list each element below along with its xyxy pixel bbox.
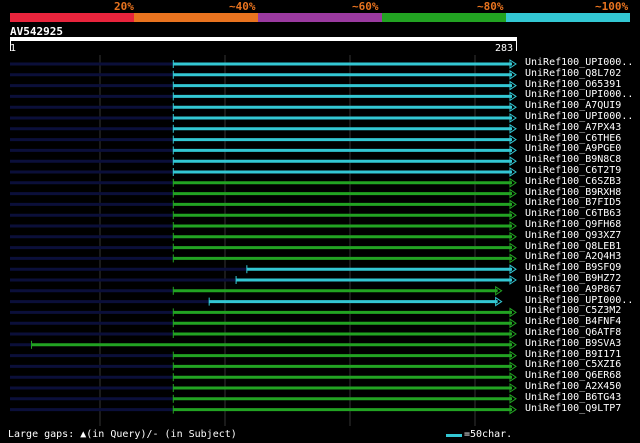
hit-label[interactable]: UniRef100_Q8L702: [525, 68, 621, 79]
hit-label[interactable]: UniRef100_B9SVA3: [525, 338, 621, 349]
hit-label[interactable]: UniRef100_Q9LTP7: [525, 403, 621, 414]
hit-label[interactable]: UniRef100_Q9FH68: [525, 219, 621, 230]
legend-text: Large gaps: ▲(in Query)/- (in Subject): [8, 429, 237, 440]
hit-label[interactable]: UniRef100_Q6ATF8: [525, 327, 621, 338]
hit-label[interactable]: UniRef100_A2Q4H3: [525, 251, 621, 262]
hit-label[interactable]: UniRef100_UPI000..: [525, 57, 633, 68]
hit-label[interactable]: UniRef100_B6TG43: [525, 392, 621, 403]
hit-label[interactable]: UniRef100_B9RXH8: [525, 187, 621, 198]
hit-label[interactable]: UniRef100_Q93XZ7: [525, 230, 621, 241]
hit-label[interactable]: UniRef100_A9PGE0: [525, 143, 621, 154]
hit-label[interactable]: UniRef100_Q6ER68: [525, 370, 621, 381]
hit-label[interactable]: UniRef100_A7PX43: [525, 122, 621, 133]
hit-label[interactable]: UniRef100_O65391: [525, 79, 621, 90]
hit-label[interactable]: UniRef100_C6T2T9: [525, 165, 621, 176]
hit-label[interactable]: UniRef100_A9P867: [525, 284, 621, 295]
hit-label[interactable]: UniRef100_UPI000..: [525, 295, 633, 306]
hit-label[interactable]: UniRef100_B4FNF4: [525, 316, 621, 327]
hit-label[interactable]: UniRef100_C5XZI6: [525, 359, 621, 370]
hit-label[interactable]: UniRef100_Q8LEB1: [525, 241, 621, 252]
hit-label[interactable]: UniRef100_B9SFQ9: [525, 262, 621, 273]
hit-label[interactable]: UniRef100_A2X450: [525, 381, 621, 392]
scale-text: =50char.: [464, 429, 513, 440]
hit-label[interactable]: UniRef100_B9HZ72: [525, 273, 621, 284]
hit-label[interactable]: UniRef100_UPI000..: [525, 89, 633, 100]
hit-label[interactable]: UniRef100_C6SZB3: [525, 176, 621, 187]
hit-label[interactable]: UniRef100_A7QUI9: [525, 100, 621, 111]
hit-label[interactable]: UniRef100_B7FID5: [525, 197, 621, 208]
hit-label[interactable]: UniRef100_C6TB63: [525, 208, 621, 219]
hit-label[interactable]: UniRef100_B9N8C8: [525, 154, 621, 165]
scale-label: =50char.: [446, 429, 512, 440]
hit-label[interactable]: UniRef100_C6THE6: [525, 133, 621, 144]
hit-label[interactable]: UniRef100_B9I171: [525, 349, 621, 360]
hit-label[interactable]: UniRef100_UPI000..: [525, 111, 633, 122]
hit-label[interactable]: UniRef100_C5Z3M2: [525, 305, 621, 316]
